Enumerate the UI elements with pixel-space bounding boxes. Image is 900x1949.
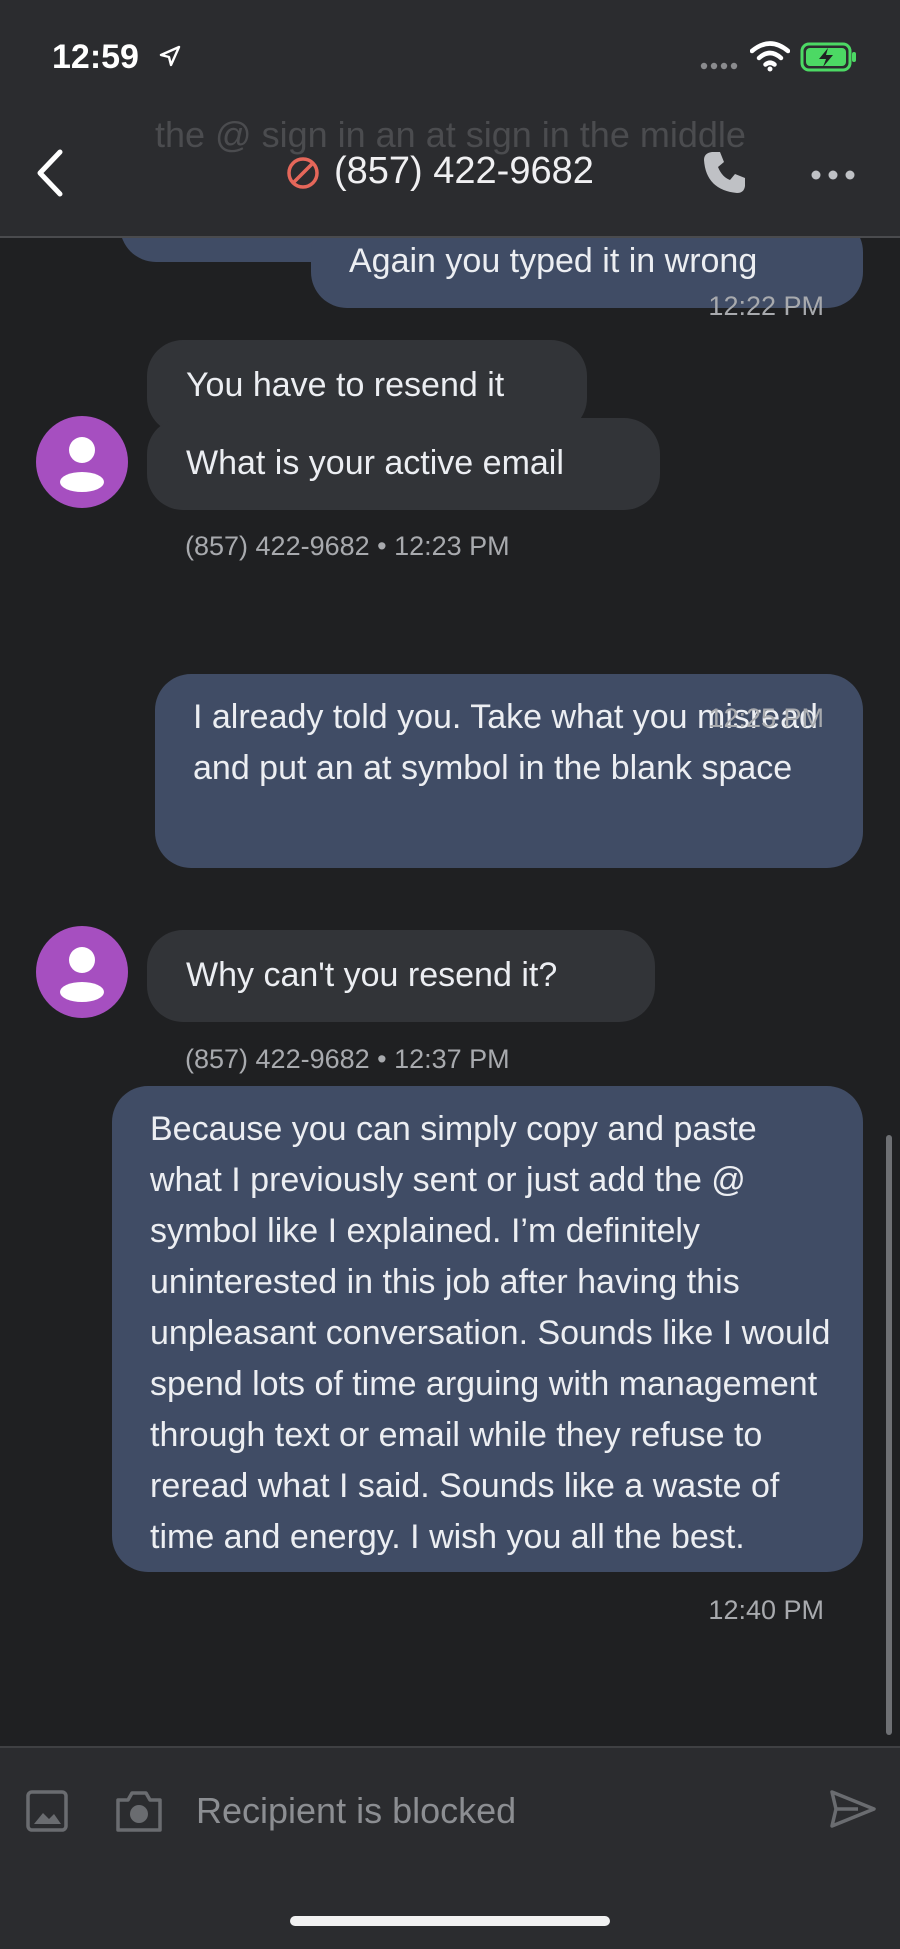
cellular-signal-icon [700, 58, 738, 76]
battery-charging-icon [800, 42, 858, 77]
gallery-icon[interactable] [24, 1788, 70, 1839]
person-icon [60, 437, 104, 492]
incoming-message[interactable]: Why can't you resend it? [147, 930, 655, 1022]
contact-number-title[interactable]: (857) 422-9682 [334, 150, 594, 193]
home-indicator [290, 1916, 610, 1926]
sender-meta: (857) 422-9682 • 12:37 PM [185, 1044, 510, 1074]
blocked-icon [286, 156, 320, 195]
conversation-header: (857) 422-9682 · 12:34 PM That's not wha… [0, 110, 900, 238]
status-bar: 12:59 [0, 0, 900, 110]
person-icon [60, 947, 104, 1002]
scrollbar[interactable] [886, 1135, 892, 1735]
call-button[interactable] [700, 148, 748, 201]
contact-avatar[interactable] [36, 416, 128, 508]
wifi-icon [749, 40, 791, 77]
sender-meta: (857) 422-9682 • 12:23 PM [185, 531, 510, 561]
message-timestamp: 12:22 PM [708, 291, 824, 321]
compose-bar: Recipient is blocked [0, 1746, 900, 1949]
location-arrow-icon [158, 44, 182, 73]
outgoing-message[interactable]: Because you can simply copy and paste wh… [112, 1086, 863, 1572]
back-button[interactable] [32, 148, 72, 198]
status-time: 12:59 [52, 38, 139, 76]
send-icon[interactable] [828, 1786, 878, 1837]
incoming-message[interactable]: What is your active email [147, 418, 660, 510]
contact-avatar[interactable] [36, 926, 128, 1018]
phone-icon [704, 152, 745, 193]
message-thread[interactable]: Again you typed it in wrong 12:22 PM You… [0, 238, 900, 1746]
more-options-button[interactable] [810, 168, 856, 186]
message-input[interactable]: Recipient is blocked [196, 1790, 516, 1832]
message-timestamp: 12:25 PM [708, 703, 824, 733]
more-dots-icon [811, 170, 855, 180]
message-timestamp: 12:40 PM [708, 1595, 824, 1625]
back-chevron-icon [37, 149, 63, 197]
camera-icon[interactable] [114, 1788, 164, 1839]
